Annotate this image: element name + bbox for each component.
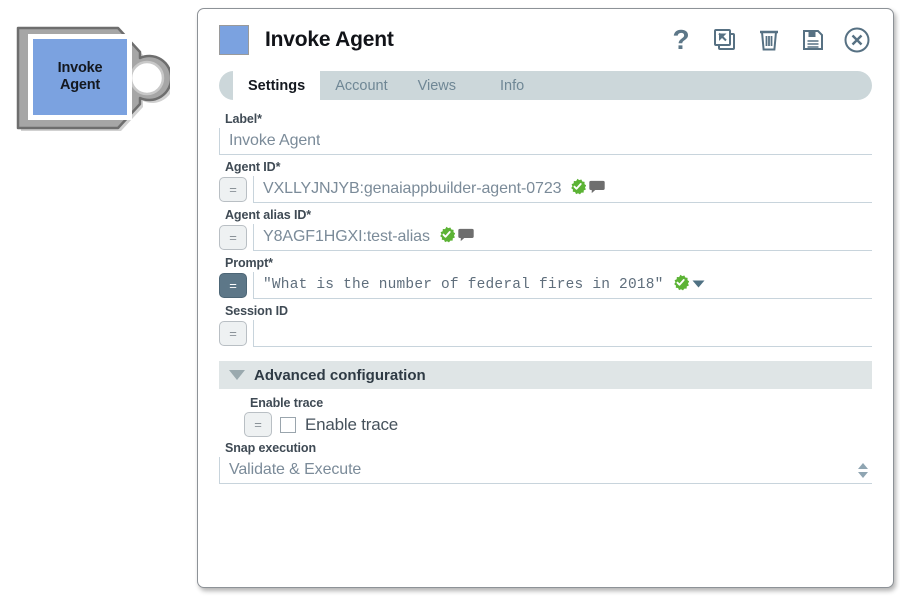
field-snap-execution-row: Validate & Execute — [219, 457, 872, 484]
tab-settings[interactable]: Settings — [233, 71, 320, 100]
tab-info[interactable]: Info — [485, 71, 539, 100]
field-session-id: Session ID = — [219, 304, 872, 347]
snap-color-swatch — [219, 25, 249, 55]
prompt-status-icons — [672, 274, 707, 296]
field-agent-id-caption: Agent ID* — [225, 160, 872, 174]
advanced-configuration-body: Enable trace = Enable trace Snap executi… — [198, 389, 893, 484]
agent-id-status-icons — [569, 178, 607, 200]
field-enable-trace-caption: Enable trace — [250, 396, 872, 410]
header-actions: ? — [667, 26, 871, 54]
suggest-bubble-icon[interactable] — [589, 180, 605, 199]
agent-alias-id-input[interactable]: Y8AGF1HGXI:test-alias — [253, 224, 872, 251]
field-snap-execution-caption: Snap execution — [225, 441, 872, 455]
agent-id-expression-toggle[interactable]: = — [219, 177, 247, 202]
settings-form: Label* Invoke Agent Agent ID* = VXLLYJNJ… — [198, 100, 893, 347]
agent-id-input[interactable]: VXLLYJNJYB:genaiappbuilder-agent-0723 — [253, 176, 872, 203]
close-icon[interactable] — [843, 26, 871, 54]
session-id-expression-toggle[interactable]: = — [219, 321, 247, 346]
field-prompt: Prompt* = "What is the number of federal… — [219, 256, 872, 299]
node-shape — [10, 18, 170, 136]
delete-icon[interactable] — [755, 26, 783, 54]
label-input[interactable]: Invoke Agent — [219, 128, 872, 155]
enable-trace-checkbox[interactable] — [280, 417, 296, 433]
suggest-bubble-icon[interactable] — [458, 228, 474, 247]
save-icon[interactable] — [799, 26, 827, 54]
field-label-caption: Label* — [225, 112, 872, 126]
settings-dialog: Invoke Agent ? — [197, 8, 894, 588]
field-agent-id-row: = VXLLYJNJYB:genaiappbuilder-agent-0723 — [219, 176, 872, 203]
field-agent-alias-id-row: = Y8AGF1HGXI:test-alias — [219, 224, 872, 251]
field-agent-alias-id-caption: Agent alias ID* — [225, 208, 872, 222]
canvas-node-invoke-agent[interactable]: Invoke Agent — [10, 18, 170, 136]
snap-execution-value: Validate & Execute — [229, 461, 361, 479]
agent-alias-id-status-icons — [438, 226, 476, 248]
field-agent-id: Agent ID* = VXLLYJNJYB:genaiappbuilder-a… — [219, 160, 872, 203]
validated-check-icon — [438, 226, 455, 248]
snap-execution-spinner[interactable] — [858, 463, 872, 478]
label-input-value: Invoke Agent — [229, 132, 320, 150]
validated-check-icon — [569, 178, 586, 200]
field-enable-trace: Enable trace = Enable trace — [244, 396, 872, 437]
enable-trace-expression-toggle[interactable]: = — [244, 412, 272, 437]
tab-account[interactable]: Account — [320, 71, 402, 100]
field-prompt-row: = "What is the number of federal fires i… — [219, 272, 872, 299]
help-icon[interactable]: ? — [667, 26, 695, 54]
field-agent-alias-id: Agent alias ID* = Y8AGF1HGXI:test-alias — [219, 208, 872, 251]
field-label: Label* Invoke Agent — [219, 112, 872, 155]
agent-alias-id-expression-toggle[interactable]: = — [219, 225, 247, 250]
field-label-row: Invoke Agent — [219, 128, 872, 155]
dialog-header: Invoke Agent ? — [198, 9, 893, 71]
prompt-input[interactable]: "What is the number of federal fires in … — [253, 272, 872, 299]
field-enable-trace-row: = Enable trace — [244, 412, 872, 437]
agent-alias-id-input-value: Y8AGF1HGXI:test-alias — [263, 228, 430, 246]
advanced-configuration-title: Advanced configuration — [254, 367, 426, 384]
field-prompt-caption: Prompt* — [225, 256, 872, 270]
duplicate-icon[interactable] — [711, 26, 739, 54]
caret-down-icon — [229, 370, 245, 380]
field-session-id-row: = — [219, 320, 872, 347]
dialog-title: Invoke Agent — [265, 28, 394, 52]
enable-trace-checkbox-label: Enable trace — [305, 415, 398, 435]
advanced-configuration-header[interactable]: Advanced configuration — [219, 361, 872, 389]
tab-views[interactable]: Views — [403, 71, 471, 100]
agent-id-input-value: VXLLYJNJYB:genaiappbuilder-agent-0723 — [263, 180, 561, 198]
field-snap-execution: Snap execution Validate & Execute — [219, 441, 872, 484]
snap-execution-select[interactable]: Validate & Execute — [219, 457, 872, 484]
chevron-down-icon[interactable] — [692, 276, 705, 294]
field-session-id-caption: Session ID — [225, 304, 872, 318]
help-icon-glyph: ? — [672, 26, 689, 54]
validated-check-icon — [672, 274, 689, 296]
session-id-input[interactable] — [253, 320, 872, 347]
tab-bar: Settings Account Views Info — [219, 71, 872, 100]
spinner-down-icon — [858, 472, 868, 478]
prompt-expression-toggle[interactable]: = — [219, 273, 247, 298]
spinner-up-icon — [858, 463, 868, 469]
prompt-input-value: "What is the number of federal fires in … — [263, 277, 664, 293]
